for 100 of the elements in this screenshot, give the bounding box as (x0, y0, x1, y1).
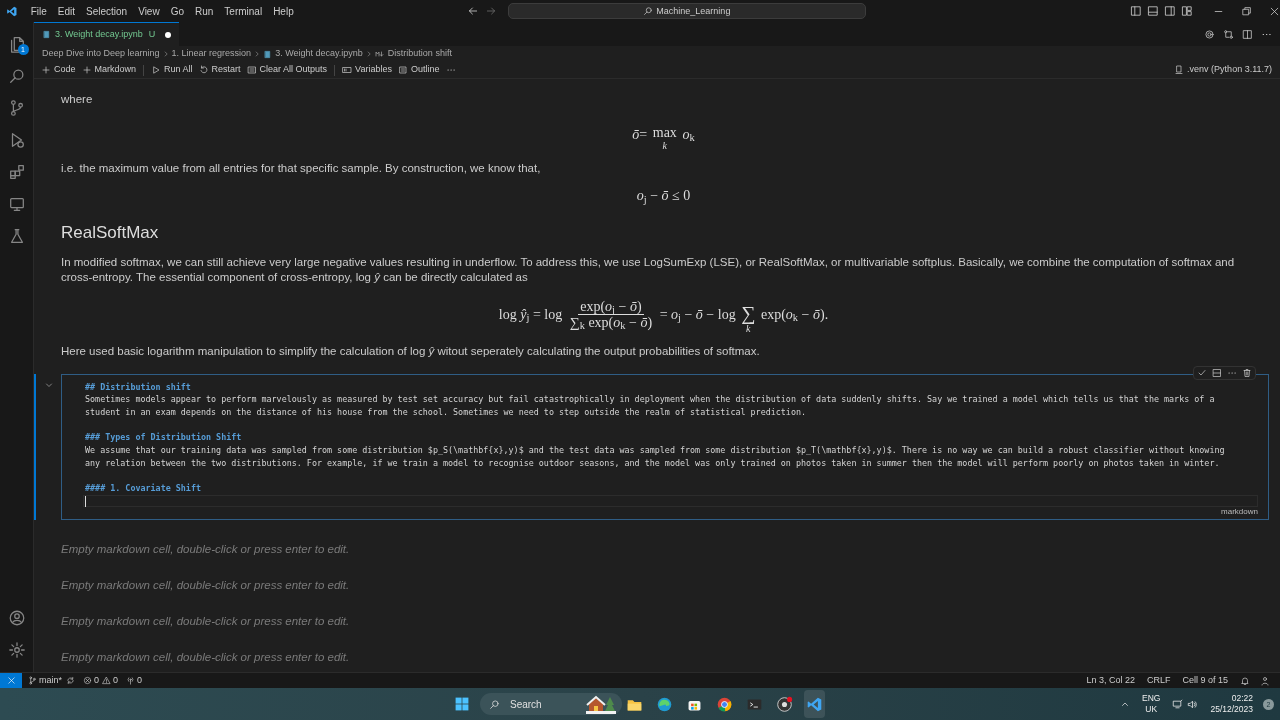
network-icon[interactable] (1172, 698, 1184, 710)
paragraph: where (61, 92, 94, 107)
clock[interactable]: 02:22 25/12/2023 (1210, 693, 1253, 715)
empty-cell-placeholder[interactable]: Empty markdown cell, double-click or press enter to edit. (61, 542, 350, 557)
paragraph: Here used basic logarithm manipulation to simplify the calculation of log ŷ witout seperately calculating the output probabilities of softmax. (61, 343, 761, 359)
language-indicator[interactable]: ENG UK (1142, 693, 1161, 715)
menu-item[interactable]: Help (268, 1, 299, 21)
play-icon (151, 65, 162, 75)
toolbar-button[interactable]: Clear All Outputs (243, 63, 331, 77)
toolbar-button[interactable]: Variables (339, 63, 395, 77)
toolbar-button[interactable]: Run All (148, 63, 196, 77)
section-heading: RealSoftMax (61, 222, 160, 244)
blocks-icon[interactable] (7, 163, 26, 181)
chevron-icon (253, 50, 262, 58)
house-and-tree-icon (586, 694, 616, 714)
delete-icon[interactable] (1242, 367, 1252, 378)
browser-icon[interactable] (656, 695, 673, 713)
code-line: ## Distribution shift (85, 380, 192, 394)
person-icon[interactable] (1260, 675, 1270, 686)
clear-icon (246, 65, 257, 75)
volume-icon[interactable] (1187, 698, 1199, 710)
restore-icon[interactable] (1241, 5, 1252, 17)
code-line: ### Types of Distribution Shift (85, 431, 243, 444)
start-button[interactable] (454, 696, 470, 712)
toolbar-button[interactable]: Restart (195, 63, 244, 77)
variables-icon (342, 65, 353, 75)
menu-item[interactable]: Selection (81, 1, 133, 21)
recorder-icon[interactable] (776, 695, 793, 713)
menu-item[interactable]: Edit (52, 1, 80, 21)
menu-item[interactable]: Go (165, 1, 189, 21)
remote-button[interactable] (0, 672, 22, 689)
search-icon[interactable] (7, 67, 26, 85)
search-icon (489, 698, 500, 710)
status-item[interactable]: Ln 3, Col 22 (1086, 673, 1135, 688)
empty-cell-placeholder[interactable]: Empty markdown cell, double-click or press enter to edit. (61, 614, 350, 629)
menu-item[interactable]: Terminal (219, 1, 268, 21)
search-icon (643, 6, 654, 16)
sidebar-layout-icon[interactable] (1130, 5, 1142, 17)
sidebar-layout-icon[interactable] (1164, 5, 1176, 17)
text-cursor (85, 495, 86, 507)
code-line: Sometimes models appear to perform marvelously as measured by test set accuracy but fail catastrophically in deployment when the distribution of data suddenly shifts. Say we trained a model which tells us that the marks of a (85, 393, 1216, 406)
status-item[interactable]: 0 (126, 673, 143, 688)
branch-icon (28, 676, 37, 685)
kernel-picker[interactable]: .venv (Python 3.11.7) (1174, 63, 1272, 77)
toolbar-button[interactable]: Outline (394, 63, 443, 77)
menu-item[interactable]: Run (190, 1, 219, 21)
split-editor-icon[interactable] (1242, 28, 1253, 40)
editor-tab[interactable]: 3. Weight decay.ipynb U (34, 22, 180, 46)
bell-icon[interactable] (1240, 675, 1250, 686)
breadcrumb-item[interactable]: Distribution shift (374, 47, 452, 61)
breadcrumb-item[interactable]: Deep Dive into Deep learning (42, 47, 160, 61)
restart-icon (198, 65, 209, 75)
sync-icon[interactable] (66, 676, 75, 685)
toolbar-button[interactable]: Markdown (78, 63, 140, 77)
plus-icon (41, 65, 51, 75)
paragraph: i.e. the maximum value from all entries for that specific sample. By construction, we know that, (61, 161, 542, 176)
code-cell[interactable] (61, 373, 1269, 521)
warning-icon (102, 676, 112, 685)
empty-cell-placeholder[interactable]: Empty markdown cell, double-click or press enter to edit. (61, 578, 350, 593)
compare-icon[interactable] (1223, 28, 1234, 40)
panel-layout-icon[interactable] (1147, 5, 1159, 17)
list-icon (397, 65, 408, 75)
code-line: any relation between the two distributions. For example, if we train a model to recognise outdoor seasons, and the model was only trained on photos taken in summer then the model will perform poorly on photos taken in winter. (85, 456, 1221, 470)
math-formula: o$_{j}$ − ō ≤ 0 (635, 187, 692, 207)
app-logo (6, 4, 18, 18)
paragraph: In modified softmax, we can still achieve very large negative values resulting in underflow. To address this, we use LogSumExp (LSE), or RealSoftMax, or multivariable softplus. Basically, we combine the computation of softmax and cross-entropy. The essential component of cross-entropy, log ŷ can be directly calculated as (61, 254, 1236, 285)
antenna-icon (126, 676, 136, 685)
notebook-icon (263, 49, 273, 59)
math-formula: ō= max k o$_{k}$ (631, 124, 696, 153)
breadcrumb-item[interactable]: 3. Weight decay.ipynb (263, 47, 363, 61)
status-item[interactable]: CRLF (1146, 673, 1171, 688)
split-icon[interactable] (1212, 367, 1222, 378)
toolbar-button[interactable]: Code (38, 63, 79, 77)
markdown-icon (374, 49, 385, 59)
close-icon[interactable] (1269, 5, 1280, 17)
menu-item[interactable]: View (133, 1, 165, 21)
error-icon (83, 676, 92, 685)
editor-app-icon[interactable] (806, 695, 823, 713)
taskbar-search[interactable]: Search (480, 693, 622, 715)
account-icon[interactable] (7, 609, 26, 627)
notebook-icon (42, 30, 51, 39)
breadcrumb-item[interactable]: 1. Linear regression (171, 47, 252, 61)
language-label[interactable]: markdown (85, 507, 1258, 518)
check-icon[interactable] (1197, 367, 1207, 378)
status-item[interactable]: main* (28, 673, 62, 688)
code-line: We assume that our training data was sampled from some distribution $p_S(\mathbf{x},y)$ and the test data was sampled from some distribution $p_T(\mathbf{x},y)$. There is no way we can build a robust classifier without knowing (85, 444, 1226, 457)
close-icon (6, 676, 16, 685)
server-icon (1174, 65, 1185, 75)
menu-item[interactable]: File (25, 1, 52, 21)
status-item[interactable]: 0 (102, 673, 119, 688)
empty-cell-placeholder[interactable]: Empty markdown cell, double-click or press enter to edit. (61, 650, 350, 665)
status-item[interactable]: 0 (83, 673, 100, 688)
plus-icon (81, 65, 92, 75)
code-line: #### 1. Covariate Shift (85, 482, 202, 495)
monitor-icon[interactable] (7, 195, 26, 213)
browser-icon[interactable] (716, 695, 733, 713)
grid-layout-icon[interactable] (1181, 5, 1193, 17)
status-item[interactable]: Cell 9 of 15 (1182, 673, 1228, 688)
search-field[interactable]: Machine_Learning (507, 3, 866, 19)
back-arrow-icon[interactable] (466, 5, 479, 17)
